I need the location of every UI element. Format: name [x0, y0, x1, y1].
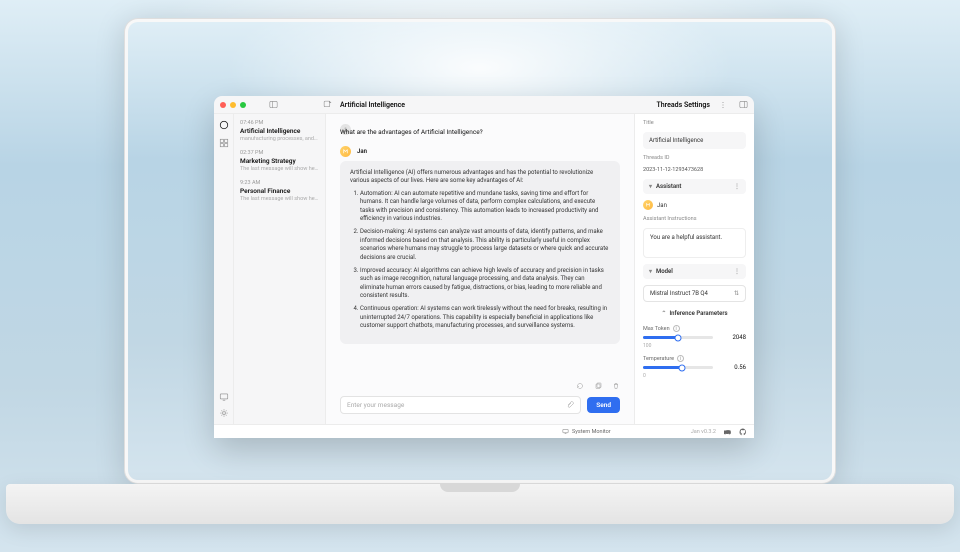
bot-point: Decision-making: AI systems can analyze …: [360, 228, 610, 262]
thread-item[interactable]: 02:37 PM Marketing Strategy The last mes…: [240, 150, 319, 172]
max-token-min: 100: [643, 343, 651, 349]
max-token-value: 2048: [733, 334, 747, 341]
bot-message: Artificial Intelligence (AI) offers nume…: [340, 161, 620, 344]
bot-point: Automation: AI can automate repetitive a…: [360, 190, 610, 224]
chat-panel: What are the advantages of Artificial In…: [326, 114, 634, 424]
system-monitor-label: System Monitor: [572, 429, 611, 435]
select-updown-icon: ⇅: [734, 290, 739, 297]
instructions-textarea[interactable]: You are a helpful assistant.: [643, 228, 746, 258]
kebab-menu-icon[interactable]: [718, 100, 728, 110]
kebab-menu-icon[interactable]: ⋮: [734, 268, 740, 275]
grid-nav-icon[interactable]: [219, 138, 229, 148]
thread-preview: manufacturing processes, and s...: [240, 136, 319, 142]
assistant-section-label: Assistant: [656, 183, 681, 190]
app-window: Artificial Intelligence Threads Settings: [214, 96, 754, 438]
traffic-light-close[interactable]: [220, 102, 226, 108]
instructions-label: Assistant Instructions: [643, 216, 746, 222]
bot-point: Improved accuracy: AI algorithms can ach…: [360, 267, 610, 301]
thread-title: Personal Finance: [240, 187, 319, 195]
model-selected-value: Mistral Instruct 7B Q4: [650, 290, 708, 297]
model-select[interactable]: Mistral Instruct 7B Q4 ⇅: [643, 285, 746, 302]
bot-intro: Artificial Intelligence (AI) offers nume…: [350, 169, 610, 186]
delete-icon[interactable]: [612, 382, 620, 390]
thread-title: Artificial Intelligence: [240, 127, 319, 135]
threads-list: 07:46 PM Artificial Intelligence manufac…: [234, 114, 326, 424]
temperature-value: 0.56: [734, 364, 746, 371]
chevron-down-icon: ▾: [649, 268, 652, 275]
thread-time: 07:46 PM: [240, 120, 319, 126]
max-token-label: Max Token: [643, 326, 670, 332]
window-title: Artificial Intelligence: [340, 101, 405, 109]
attach-icon[interactable]: [566, 401, 574, 409]
threads-id-label: Threads ID: [643, 155, 746, 161]
laptop-base: [6, 484, 954, 524]
laptop-notch: [440, 484, 520, 492]
new-thread-icon[interactable]: [322, 100, 332, 110]
version-label: Jan v0.3.2: [691, 429, 716, 435]
threads-settings-label: Threads Settings: [656, 101, 710, 109]
bot-point: Continuous operation: AI systems can wor…: [360, 305, 610, 330]
thread-title-input[interactable]: Artificial Intelligence: [643, 132, 746, 149]
max-token-slider[interactable]: [643, 336, 713, 339]
kebab-menu-icon[interactable]: ⋮: [734, 183, 740, 190]
thread-preview: The last message will show here: [240, 196, 319, 202]
chevron-down-icon: ▾: [649, 183, 652, 190]
info-icon[interactable]: i: [673, 325, 680, 332]
chat-scroll[interactable]: What are the advantages of Artificial In…: [326, 114, 634, 378]
temperature-control: Temperature i 0.56 0: [643, 355, 746, 379]
temperature-label: Temperature: [643, 356, 674, 362]
statusbar: System Monitor Jan v0.3.2: [214, 424, 754, 438]
inference-params-header[interactable]: ⌃Inference Parameters: [643, 308, 746, 319]
send-button[interactable]: Send: [587, 397, 620, 413]
github-icon[interactable]: [739, 428, 746, 435]
sidebar-toggle-icon[interactable]: [268, 100, 278, 110]
monitor-nav-icon[interactable]: [219, 392, 229, 402]
titlebar: Artificial Intelligence Threads Settings: [214, 96, 754, 114]
monitor-icon: [562, 428, 569, 435]
copy-icon[interactable]: [594, 382, 602, 390]
temperature-slider[interactable]: [643, 366, 713, 369]
title-label: Title: [643, 120, 746, 126]
info-icon[interactable]: i: [677, 355, 684, 362]
screen: Artificial Intelligence Threads Settings: [128, 22, 832, 480]
laptop-frame: Artificial Intelligence Threads Settings: [6, 0, 954, 552]
assistant-section-header[interactable]: ▾ Assistant ⋮: [643, 179, 746, 194]
chat-nav-icon[interactable]: [219, 120, 229, 130]
app-body: 07:46 PM Artificial Intelligence manufac…: [214, 114, 754, 424]
screen-bezel: Artificial Intelligence Threads Settings: [124, 18, 836, 484]
nav-rail: [214, 114, 234, 424]
traffic-light-minimize[interactable]: [230, 102, 236, 108]
max-token-control: Max Token i 2048 100: [643, 325, 746, 349]
user-question: What are the advantages of Artificial In…: [340, 127, 620, 136]
message-placeholder: Enter your message: [347, 401, 560, 409]
message-input[interactable]: Enter your message: [340, 396, 581, 414]
thread-item[interactable]: 9:23 AM Personal Finance The last messag…: [240, 180, 319, 202]
threads-id-value: 2023-11-12-1293473628: [643, 167, 746, 173]
regenerate-icon[interactable]: [576, 382, 584, 390]
assistant-avatar-icon: [643, 200, 653, 210]
thread-time: 9:23 AM: [240, 180, 319, 186]
model-section-header[interactable]: ▾ Model ⋮: [643, 264, 746, 279]
temperature-min: 0: [643, 373, 646, 379]
thread-title: Marketing Strategy: [240, 157, 319, 165]
panel-toggle-icon[interactable]: [738, 100, 748, 110]
bot-name: Jan: [357, 148, 367, 155]
assistant-name: Jan: [657, 202, 667, 209]
thread-preview: The last message will show here: [240, 166, 319, 172]
thread-time: 02:37 PM: [240, 150, 319, 156]
bot-avatar-icon: [340, 146, 351, 157]
composer: Enter your message Send: [326, 390, 634, 424]
bot-header: Jan: [340, 146, 620, 157]
discord-icon[interactable]: [724, 428, 731, 435]
settings-nav-icon[interactable]: [219, 408, 229, 418]
model-section-label: Model: [656, 268, 673, 275]
thread-item[interactable]: 07:46 PM Artificial Intelligence manufac…: [240, 120, 319, 142]
message-actions: [326, 378, 634, 390]
settings-panel: Title Artificial Intelligence Threads ID…: [634, 114, 754, 424]
traffic-light-zoom[interactable]: [240, 102, 246, 108]
system-monitor-link[interactable]: System Monitor: [562, 428, 611, 435]
